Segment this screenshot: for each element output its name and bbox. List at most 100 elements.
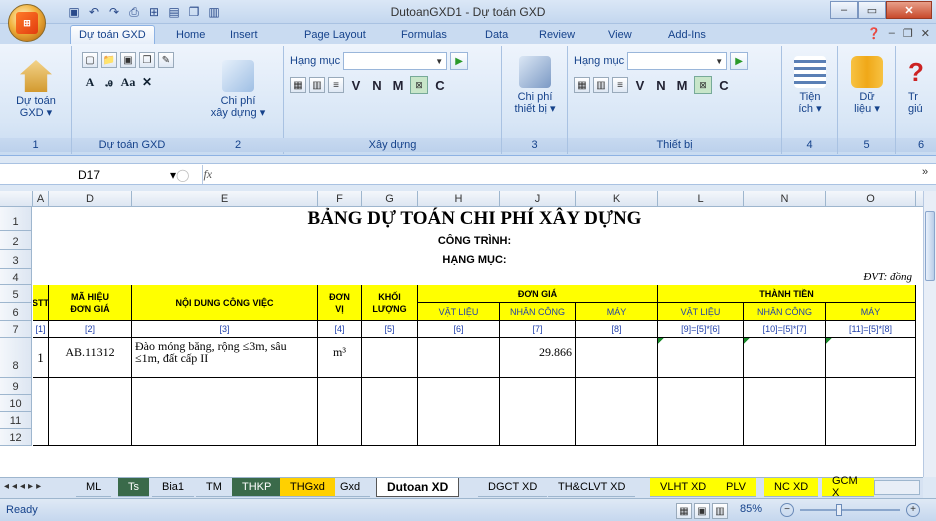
restore-icon[interactable]: ❐ [903, 27, 913, 40]
empty-cell[interactable] [500, 378, 576, 446]
sheet-tab[interactable]: Gxd [330, 478, 371, 497]
insert-col-icon[interactable]: ▥ [309, 77, 325, 93]
expand-formula-icon[interactable]: » [922, 166, 928, 178]
tro-giup-button[interactable]: ? Tr giú [900, 56, 936, 115]
scroll-thumb[interactable] [925, 211, 935, 281]
tab-data[interactable]: Data [477, 25, 516, 44]
index-cell[interactable]: [8] [576, 321, 658, 338]
v-button[interactable]: V [347, 78, 365, 93]
index-cell[interactable]: [10]=[5]*[7] [744, 321, 826, 338]
insert-function-icon[interactable]: fx [203, 167, 212, 182]
insert-row-icon-2[interactable]: ▦ [574, 77, 590, 93]
c-button[interactable]: C [431, 78, 449, 93]
cell-nhan-cong[interactable]: 29.866 [500, 338, 576, 378]
zoom-slider[interactable] [800, 509, 900, 511]
row-header[interactable]: 12 [0, 429, 32, 446]
sheet-tab[interactable]: DGCT XD [478, 478, 548, 497]
vertical-scrollbar[interactable] [923, 191, 936, 477]
close-button[interactable]: ✕ [886, 1, 932, 19]
cell-nhan-cong-total[interactable] [744, 338, 826, 378]
c-button-2[interactable]: C [715, 78, 733, 93]
du-toan-gxd-button[interactable]: Dự toán GXD ▾ [6, 60, 66, 119]
sheet-tab[interactable]: NC XD [764, 478, 819, 497]
empty-cell[interactable] [826, 378, 916, 446]
chi-phi-thiet-bi-button[interactable]: Chi phí thiết bị ▾ [506, 56, 564, 115]
page-layout-view-icon[interactable]: ▣ [694, 503, 710, 519]
index-cell[interactable]: [4] [318, 321, 362, 338]
index-cell[interactable]: [2] [49, 321, 132, 338]
column-header[interactable]: K [576, 191, 658, 207]
close-workbook-icon[interactable]: ✕ [921, 27, 930, 40]
n-button-2[interactable]: N [652, 78, 670, 93]
empty-cell[interactable] [362, 378, 418, 446]
zoom-out-icon[interactable]: − [780, 503, 794, 517]
copy-file-icon[interactable]: ❐ [139, 52, 155, 68]
help-icon[interactable]: ❓ [867, 27, 881, 40]
ribbon-minimize-icon[interactable]: – [889, 27, 895, 40]
row-header[interactable]: 2 [0, 231, 32, 250]
row-header[interactable]: 11 [0, 412, 32, 429]
font-a-icon[interactable]: A [82, 74, 98, 90]
sheet-tab[interactable]: THKP [232, 478, 282, 497]
row-header[interactable]: 8 [0, 338, 32, 378]
m-button-2[interactable]: M [673, 78, 691, 93]
sheet-tab[interactable]: Ts [118, 478, 149, 497]
tien-ich-button[interactable]: Tiện ích ▾ [786, 56, 834, 115]
cell-vat-lieu-total[interactable] [658, 338, 744, 378]
zoom-slider-thumb[interactable] [836, 504, 842, 516]
column-header[interactable]: A [33, 191, 49, 207]
index-cell[interactable]: [9]=[5]*[6] [658, 321, 744, 338]
calc-icon-2[interactable]: ⊠ [694, 76, 712, 94]
play-icon-2[interactable]: ▶ [730, 52, 749, 70]
empty-cell[interactable] [33, 378, 49, 446]
row-header[interactable]: 9 [0, 378, 32, 395]
column-header[interactable]: F [318, 191, 362, 207]
page-break-view-icon[interactable]: ▥ [712, 503, 728, 519]
column-header[interactable]: J [500, 191, 576, 207]
cell-stt[interactable]: 1 [33, 338, 49, 378]
column-header[interactable]: L [658, 191, 744, 207]
index-cell[interactable]: [6] [418, 321, 500, 338]
tab-home[interactable]: Home [168, 25, 213, 44]
cell-don-vi[interactable]: m³ [318, 338, 362, 378]
empty-cell[interactable] [132, 378, 318, 446]
row-header[interactable]: 1 [0, 207, 32, 231]
tab-view[interactable]: View [600, 25, 640, 44]
index-cell[interactable]: [11]=[5]*[8] [826, 321, 916, 338]
horizontal-scrollbar[interactable] [874, 480, 920, 495]
normal-view-icon[interactable]: ▦ [676, 503, 692, 519]
align-icon[interactable]: ≡ [328, 77, 344, 93]
column-header[interactable]: D [49, 191, 132, 207]
sheet-tab[interactable]: VLHT XD [650, 478, 717, 497]
tools-icon[interactable]: ✎ [158, 52, 174, 68]
index-cell[interactable]: [5] [362, 321, 418, 338]
n-button[interactable]: N [368, 78, 386, 93]
hang-muc-combo[interactable]: ▼ [343, 52, 448, 70]
new-file-icon[interactable]: ▢ [82, 52, 98, 68]
du-lieu-button[interactable]: Dữ liệu ▾ [842, 56, 892, 115]
empty-cell[interactable] [576, 378, 658, 446]
empty-cell[interactable] [49, 378, 132, 446]
row-header[interactable]: 5 [0, 285, 32, 303]
tab-review[interactable]: Review [531, 25, 583, 44]
cell-ma-hieu[interactable]: AB.11312 [49, 338, 132, 378]
zoom-in-icon[interactable]: + [906, 503, 920, 517]
sheet-tab-active[interactable]: Dutoan XD [376, 478, 460, 497]
column-header[interactable]: E [132, 191, 318, 207]
character-map-icon[interactable]: ꭿ [101, 74, 117, 90]
v-button-2[interactable]: V [631, 78, 649, 93]
tab-add-ins[interactable]: Add-Ins [660, 25, 714, 44]
sheet-tab[interactable]: TM [196, 478, 232, 497]
cell-vat-lieu[interactable] [418, 338, 500, 378]
empty-cell[interactable] [658, 378, 744, 446]
open-folder-icon[interactable]: 📁 [101, 52, 117, 68]
chi-phi-xay-dung-button[interactable]: Chi phí xây dựng ▾ [202, 60, 274, 119]
m-button[interactable]: M [389, 78, 407, 93]
tab-du-toan-gxd[interactable]: Dự toán GXD [70, 25, 155, 44]
empty-cell[interactable] [744, 378, 826, 446]
row-header[interactable]: 10 [0, 395, 32, 412]
maximize-button[interactable]: ▭ [858, 1, 886, 19]
empty-cell[interactable] [418, 378, 500, 446]
align-icon-2[interactable]: ≡ [612, 77, 628, 93]
save-file-icon[interactable]: ▣ [120, 52, 136, 68]
